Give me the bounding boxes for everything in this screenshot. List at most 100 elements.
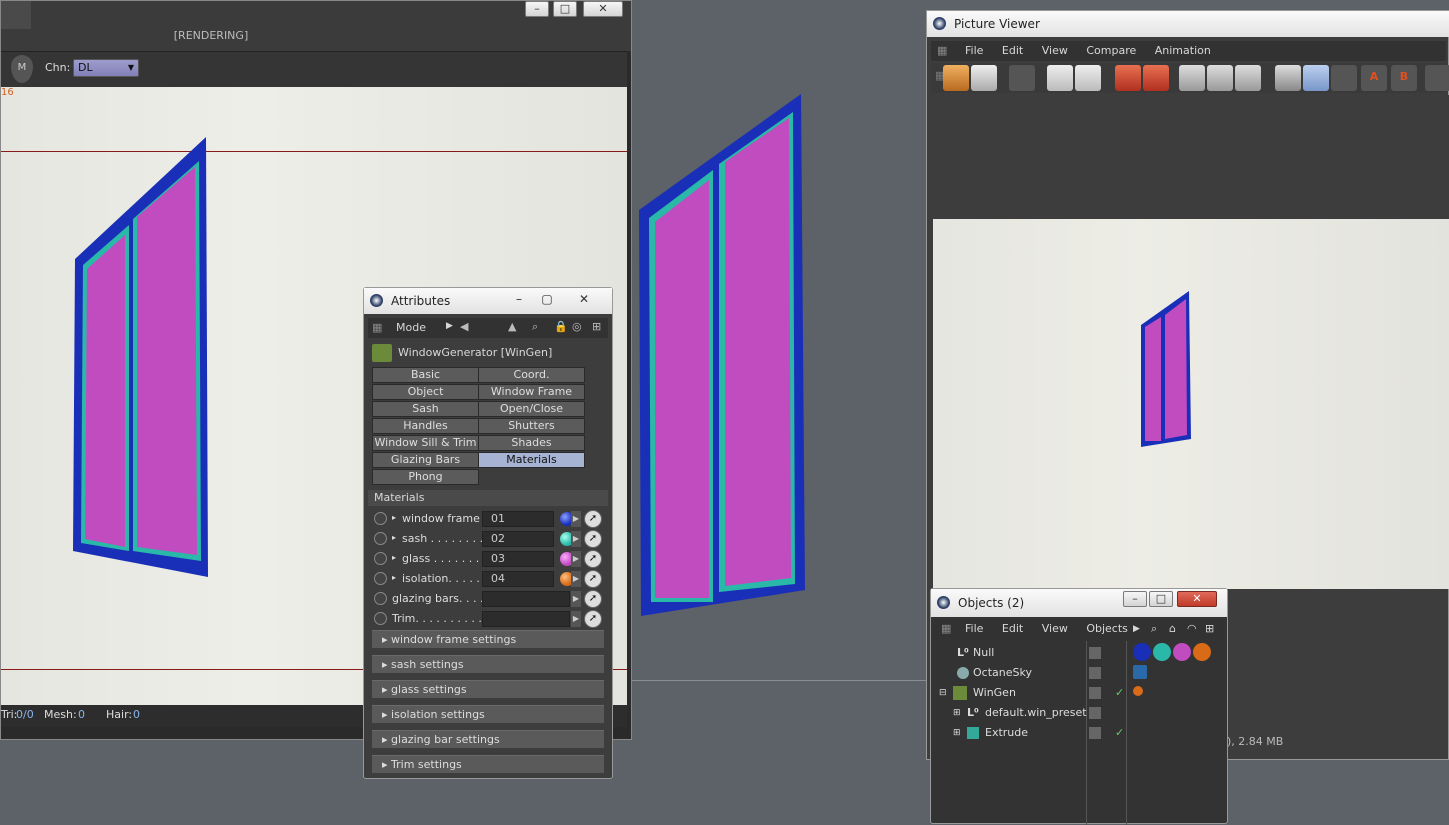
pick-cursor-icon[interactable]: ➚: [584, 610, 602, 628]
close-button[interactable]: ✕: [1177, 591, 1217, 607]
back-arrow-icon[interactable]: ◀: [460, 320, 468, 333]
animate-radio[interactable]: [374, 552, 387, 565]
picture-viewer-image[interactable]: [933, 219, 1449, 589]
ab-swap-icon[interactable]: [1303, 65, 1329, 91]
section-sash-settings[interactable]: ▸ sash settings: [372, 655, 604, 673]
layer-icon[interactable]: [1089, 707, 1101, 719]
target-icon[interactable]: ◎: [572, 320, 582, 333]
pick-cursor-icon[interactable]: ➚: [584, 570, 602, 588]
layer-icon[interactable]: [1089, 687, 1101, 699]
tab-open-close[interactable]: Open/Close: [478, 401, 585, 417]
pick-cursor-icon[interactable]: ➚: [584, 530, 602, 548]
options-icon[interactable]: [1425, 65, 1449, 91]
new-panel-icon[interactable]: ⊞: [1205, 619, 1214, 639]
object-row-wingen[interactable]: ⊟ WinGen ✓: [937, 683, 1223, 703]
arrow-right-icon[interactable]: ▶: [571, 571, 581, 587]
close-button[interactable]: ✕: [583, 1, 623, 17]
menu-view[interactable]: View: [1042, 622, 1068, 635]
menu-file[interactable]: File: [965, 44, 983, 57]
map-pin-icon[interactable]: M: [11, 55, 33, 83]
set-b-icon[interactable]: B: [1391, 65, 1417, 91]
search-icon[interactable]: ⌕: [1151, 619, 1157, 639]
search-icon[interactable]: ⌕: [532, 320, 538, 334]
expand-arrow-icon[interactable]: ▸: [392, 553, 396, 562]
arrow-right-icon[interactable]: ▶: [571, 611, 581, 627]
layer-icon[interactable]: [1089, 667, 1101, 679]
pick-cursor-icon[interactable]: ➚: [584, 590, 602, 608]
menu-edit[interactable]: Edit: [1002, 622, 1023, 635]
check-icon[interactable]: ✓: [1115, 723, 1124, 743]
maximize-button[interactable]: □: [553, 1, 577, 17]
material-field[interactable]: [482, 611, 570, 627]
arrow-right-icon[interactable]: ▶: [571, 511, 581, 527]
object-row-null[interactable]: L⁰ Null: [937, 643, 1223, 663]
expand-icon[interactable]: ⊞: [953, 723, 961, 743]
animate-radio[interactable]: [374, 612, 387, 625]
open-folder-icon[interactable]: [943, 65, 969, 91]
expand-icon[interactable]: ⊞: [953, 703, 961, 723]
editor-viewport[interactable]: [632, 0, 926, 824]
more-arrow-icon[interactable]: ▶: [1133, 619, 1140, 639]
material-field[interactable]: 01: [482, 511, 554, 527]
minimize-button[interactable]: –: [1123, 591, 1147, 607]
section-window-frame-settings[interactable]: ▸ window frame settings: [372, 630, 604, 648]
section-trim-settings[interactable]: ▸ Trim settings: [372, 755, 604, 773]
maximize-button[interactable]: ▢: [538, 292, 556, 306]
animate-radio[interactable]: [374, 512, 387, 525]
pick-cursor-icon[interactable]: ➚: [584, 550, 602, 568]
tab-window-sill-trim[interactable]: Window Sill & Trim: [372, 435, 479, 451]
expand-arrow-icon[interactable]: ▸: [392, 573, 396, 582]
material-field[interactable]: 02: [482, 531, 554, 547]
mode-arrow-icon[interactable]: ▶: [446, 321, 453, 331]
new-panel-icon[interactable]: ⊞: [592, 320, 601, 333]
animate-radio[interactable]: [374, 532, 387, 545]
expand-arrow-icon[interactable]: ▸: [392, 513, 396, 522]
animate-radio[interactable]: [374, 572, 387, 585]
material-field[interactable]: 03: [482, 551, 554, 567]
layer-icon[interactable]: [1089, 647, 1101, 659]
grid-icon[interactable]: [1009, 65, 1035, 91]
menu-compare[interactable]: Compare: [1086, 44, 1136, 57]
tab-handles[interactable]: Handles: [372, 418, 479, 434]
region-render-icon[interactable]: [1179, 65, 1205, 91]
check-icon[interactable]: ✓: [1115, 683, 1124, 703]
material-tag-icon[interactable]: [1153, 643, 1171, 661]
section-glass-settings[interactable]: ▸ glass settings: [372, 680, 604, 698]
material-tag-icon[interactable]: [1133, 643, 1151, 661]
material-tag-icon[interactable]: [1173, 643, 1191, 661]
tab-sash[interactable]: Sash: [372, 401, 479, 417]
save-icon[interactable]: [971, 65, 997, 91]
material-tag-icon[interactable]: [1193, 643, 1211, 661]
tab-shades[interactable]: Shades: [478, 435, 585, 451]
material-field[interactable]: 04: [482, 571, 554, 587]
animate-radio[interactable]: [374, 592, 387, 605]
ab-toggle-icon[interactable]: [1331, 65, 1357, 91]
channel-select[interactable]: DL ▼: [73, 59, 139, 77]
tab-materials[interactable]: Materials: [478, 452, 585, 468]
tab-window-frame[interactable]: Window Frame: [478, 384, 585, 400]
tab-phong[interactable]: Phong: [372, 469, 479, 485]
arrow-right-icon[interactable]: ▶: [571, 551, 581, 567]
up-arrow-icon[interactable]: ▲: [508, 320, 516, 333]
arrow-right-icon[interactable]: ▶: [571, 591, 581, 607]
expand-arrow-icon[interactable]: ▸: [392, 533, 396, 542]
pick-cursor-icon[interactable]: ➚: [584, 510, 602, 528]
minimize-button[interactable]: –: [510, 292, 528, 306]
menu-view[interactable]: View: [1042, 44, 1068, 57]
menu-file[interactable]: File: [965, 622, 983, 635]
tab-shutters[interactable]: Shutters: [478, 418, 585, 434]
zoom-icon[interactable]: [1075, 65, 1101, 91]
delete-image-icon[interactable]: [1115, 65, 1141, 91]
ab-compare-icon[interactable]: [1275, 65, 1301, 91]
tab-glazing-bars[interactable]: Glazing Bars: [372, 452, 479, 468]
section-glazing-bar-settings[interactable]: ▸ glazing bar settings: [372, 730, 604, 748]
fit-view-icon[interactable]: [1047, 65, 1073, 91]
object-row-extrude[interactable]: ⊞ Extrude ✓: [937, 723, 1223, 743]
menu-edit[interactable]: Edit: [1002, 44, 1023, 57]
section-isolation-settings[interactable]: ▸ isolation settings: [372, 705, 604, 723]
filter-icon[interactable]: [1235, 65, 1261, 91]
tab-basic[interactable]: Basic: [372, 367, 479, 383]
layer-icon[interactable]: [1089, 727, 1101, 739]
mode-menu[interactable]: Mode: [396, 321, 426, 334]
set-a-icon[interactable]: A: [1361, 65, 1387, 91]
